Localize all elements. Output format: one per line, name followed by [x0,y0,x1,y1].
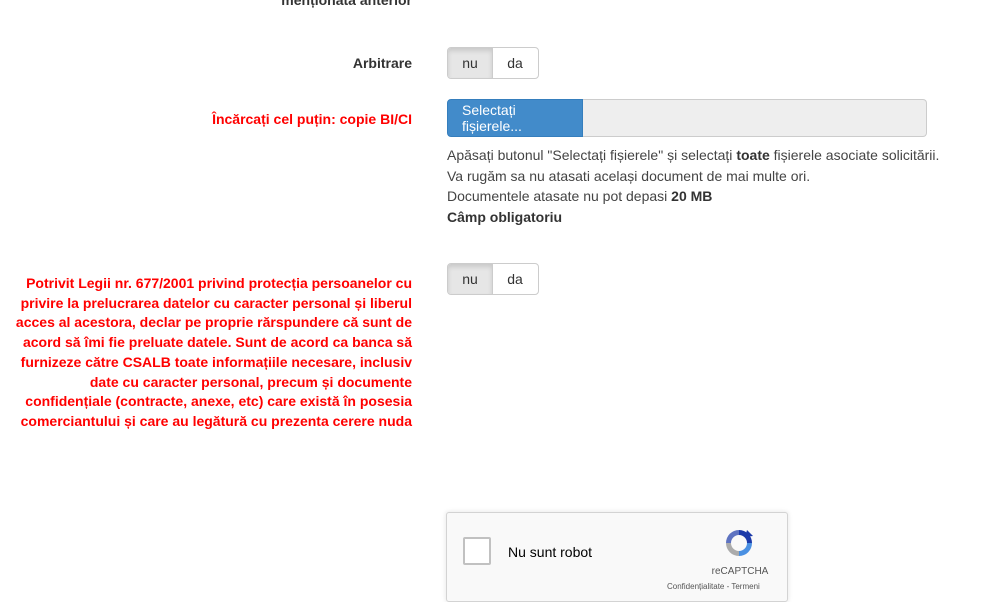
upload-label: Încărcați cel puțin: copie BI/CI [212,111,412,127]
select-files-button[interactable]: Selectați fișierele... [447,99,583,137]
help-line-1: Apăsați butonul "Selectați fișierele" și… [447,147,940,163]
consent-option-nu[interactable]: nu [448,264,492,294]
recaptcha-brand: reCAPTCHA [711,566,769,577]
consent-option-da[interactable]: da [492,264,537,294]
required-field-note: Câmp obligatoriu [447,208,563,225]
arbitration-option-da[interactable]: da [492,48,537,78]
arbitration-option-nu[interactable]: nu [448,48,492,78]
previous-field-label: menționată anterior [281,0,412,8]
arbitration-label: Arbitrare [352,55,412,71]
recaptcha-checkbox[interactable] [463,537,491,565]
consent-toggle: nu da [447,263,539,295]
upload-help-text: Apăsați butonul "Selectați fișierele" și… [447,145,1002,227]
help-line-2: Va rugăm sa nu atasati același document … [447,167,811,184]
recaptcha-links[interactable]: Confidențialitate - Termeni [667,582,760,591]
recaptcha-logo-icon [726,530,753,556]
file-upload-group: Selectați fișierele... [447,99,927,137]
arbitration-toggle: nu da [447,47,539,79]
consent-label: Potrivit Legii nr. 677/2001 privind prot… [15,275,412,429]
help-line-3: Documentele atasate nu pot depasi 20 MB [447,188,713,204]
recaptcha-label: Nu sunt robot [508,544,593,560]
selected-files-field[interactable] [583,99,927,137]
